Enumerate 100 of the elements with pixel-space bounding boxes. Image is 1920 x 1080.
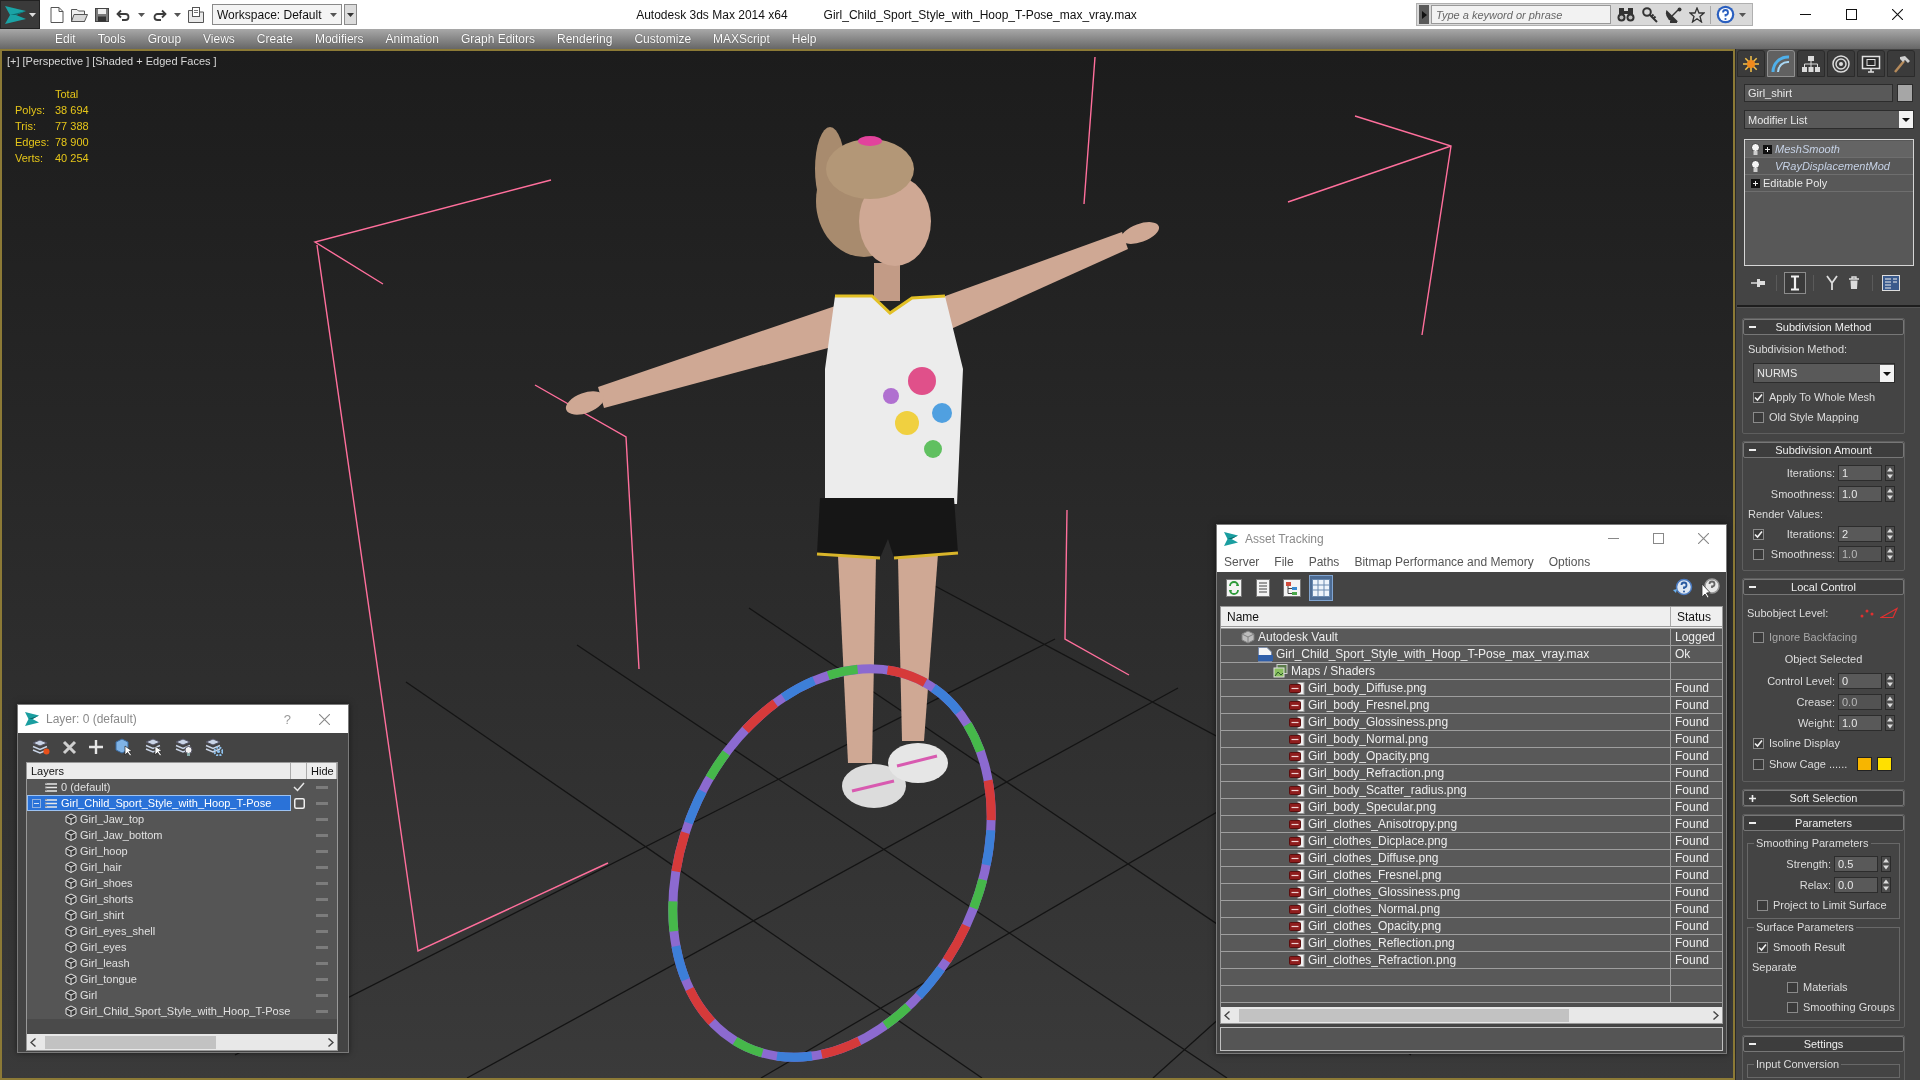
layers-bulb-icon[interactable] <box>175 738 193 756</box>
rollout-header[interactable]: Soft Selection <box>1743 790 1904 806</box>
menu-item[interactable]: Paths <box>1308 555 1340 569</box>
asset-item[interactable]: Girl_clothes_Dicplace.png <box>1221 833 1671 849</box>
spinner-arrows-icon[interactable] <box>1881 876 1891 893</box>
check-icon[interactable] <box>293 782 305 792</box>
asset-item[interactable]: Girl_Child_Sport_Style_with_Hoop_T-Pose_max_vray.max <box>1221 646 1671 662</box>
viewport-label[interactable]: [Shaded + Edged Faces ] <box>92 55 217 67</box>
menu-item[interactable]: File <box>1274 555 1294 569</box>
color-swatch[interactable] <box>1876 757 1892 771</box>
toolbar-options-button[interactable] <box>344 4 357 25</box>
new-file-icon[interactable] <box>50 6 64 23</box>
menu-item[interactable]: Modifiers <box>303 32 375 46</box>
stack-item[interactable]: MeshSmooth <box>1745 141 1913 158</box>
method-dropdown[interactable]: NURMS <box>1753 363 1895 383</box>
menu-item[interactable]: Edit <box>44 32 87 46</box>
rollout-header[interactable]: Settings <box>1743 1036 1904 1052</box>
color-swatch[interactable] <box>1857 757 1872 771</box>
menu-item[interactable]: Graph Editors <box>449 32 546 46</box>
spinner-field[interactable]: 1.0 <box>1838 485 1882 502</box>
viewport-label[interactable]: [Perspective ] <box>22 55 90 67</box>
project-folder-icon[interactable] <box>188 6 204 23</box>
binoculars-icon[interactable] <box>1617 7 1635 22</box>
layers-cursor-icon[interactable] <box>145 738 163 756</box>
layer-item[interactable]: Girl_Child_Sport_Style_with_Hoop_T-Pose <box>27 795 291 811</box>
menu-item[interactable]: Tools <box>86 32 137 46</box>
menu-item[interactable]: Rendering <box>546 32 624 46</box>
rollout-header[interactable]: Parameters <box>1743 815 1904 831</box>
bulb-icon[interactable] <box>1751 160 1760 172</box>
object-color-swatch[interactable] <box>1897 84 1913 102</box>
rollout-header[interactable]: Subdivision Amount <box>1743 442 1904 458</box>
menu-item[interactable]: Bitmap Performance and Memory <box>1354 555 1534 569</box>
asset-item[interactable]: Girl_clothes_Fresnel.png <box>1221 867 1671 883</box>
asset-item[interactable]: Girl_clothes_Refraction.png <box>1221 952 1671 968</box>
save-icon[interactable] <box>95 7 109 22</box>
asset-item[interactable]: Autodesk Vault <box>1221 629 1671 645</box>
plus-box-icon[interactable] <box>1763 144 1772 154</box>
spinner-field[interactable]: 1 <box>1838 464 1882 481</box>
menu-item[interactable]: Animation <box>374 32 450 46</box>
menu-item[interactable]: Group <box>136 32 193 46</box>
menu-item[interactable]: Create <box>245 32 304 46</box>
stack-item[interactable]: VRayDisplacementMod <box>1745 158 1913 175</box>
modifier-list-dropdown[interactable]: Modifier List <box>1744 110 1914 129</box>
checkbox-icon[interactable] <box>293 797 305 809</box>
checkbox[interactable] <box>1757 941 1768 953</box>
menu-item[interactable]: Options <box>1548 555 1591 569</box>
panel-tab[interactable] <box>1857 50 1885 77</box>
help-icon[interactable] <box>1672 578 1694 598</box>
checkbox[interactable] <box>1757 899 1768 911</box>
spinner-arrows-icon[interactable] <box>1885 526 1895 542</box>
column-header[interactable]: Name <box>1221 607 1671 626</box>
horizontal-scrollbar[interactable] <box>27 1034 337 1050</box>
checkbox[interactable] <box>1753 758 1764 770</box>
menu-item[interactable]: MAXScript <box>702 32 781 46</box>
stack-item[interactable]: Editable Poly <box>1745 175 1913 192</box>
asset-item[interactable]: Girl_clothes_Normal.png <box>1221 901 1671 917</box>
spinner-field[interactable]: 0.5 <box>1834 855 1878 872</box>
asset-item[interactable]: Girl_body_Refraction.png <box>1221 765 1671 781</box>
open-folder-icon[interactable] <box>71 7 88 22</box>
asset-item[interactable]: Girl_clothes_Opacity.png <box>1221 918 1671 934</box>
checkbox[interactable] <box>1753 528 1764 540</box>
spinner-field[interactable]: 2 <box>1838 526 1882 542</box>
menu-item[interactable]: Customize <box>623 32 703 46</box>
spinner-field[interactable]: 1.0 <box>1838 714 1882 731</box>
asset-item[interactable]: Girl_body_Fresnel.png <box>1221 697 1671 713</box>
help-icon[interactable] <box>1716 5 1735 24</box>
asset-item[interactable]: Girl_body_Normal.png <box>1221 731 1671 747</box>
panel-tab[interactable] <box>1887 50 1915 77</box>
spinner-arrows-icon[interactable] <box>1885 672 1895 689</box>
rollout-header[interactable]: Local Control <box>1743 579 1904 595</box>
spinner-arrows-icon[interactable] <box>1885 485 1895 502</box>
view-toggle-button[interactable] <box>1309 575 1333 601</box>
spinner-arrows-icon[interactable] <box>1885 693 1895 710</box>
redo-icon[interactable] <box>152 8 167 21</box>
help-cursor-icon[interactable] <box>1699 578 1721 598</box>
vertex-dots-icon[interactable] <box>1860 608 1874 618</box>
asset-item[interactable]: Girl_body_Diffuse.png <box>1221 680 1671 696</box>
asset-item[interactable]: Girl_clothes_Glossiness.png <box>1221 884 1671 900</box>
menu-item[interactable]: Views <box>192 32 246 46</box>
spinner-arrows-icon[interactable] <box>1881 855 1891 872</box>
search-field[interactable]: Type a keyword or phrase <box>1431 5 1611 24</box>
app-menu-button[interactable] <box>0 0 40 29</box>
checkbox[interactable] <box>1753 737 1764 749</box>
asset-item[interactable]: Girl_body_Specular.png <box>1221 799 1671 815</box>
workspace-dropdown[interactable]: Workspace: Default <box>212 4 342 25</box>
spinner-arrows-icon[interactable] <box>1885 464 1895 481</box>
layers-dot-icon[interactable] <box>32 739 50 755</box>
scrollbar-thumb[interactable] <box>1239 1008 1569 1022</box>
asset-item[interactable]: Girl_body_Glossiness.png <box>1221 714 1671 730</box>
close-icon[interactable] <box>319 713 330 725</box>
show-end-result-button[interactable] <box>1784 272 1806 294</box>
asset-item[interactable]: Girl_clothes_Diffuse.png <box>1221 850 1671 866</box>
checkbox[interactable] <box>1753 391 1764 403</box>
asset-item[interactable]: Girl_body_Scatter_radius.png <box>1221 782 1671 798</box>
undo-icon[interactable] <box>116 8 131 21</box>
asset-item[interactable]: Girl_clothes_Reflection.png <box>1221 935 1671 951</box>
bulb-icon[interactable] <box>1751 143 1760 155</box>
spinner-arrows-icon[interactable] <box>1885 714 1895 731</box>
checkbox[interactable] <box>1787 1001 1798 1013</box>
scrollbar-thumb[interactable] <box>45 1035 216 1049</box>
